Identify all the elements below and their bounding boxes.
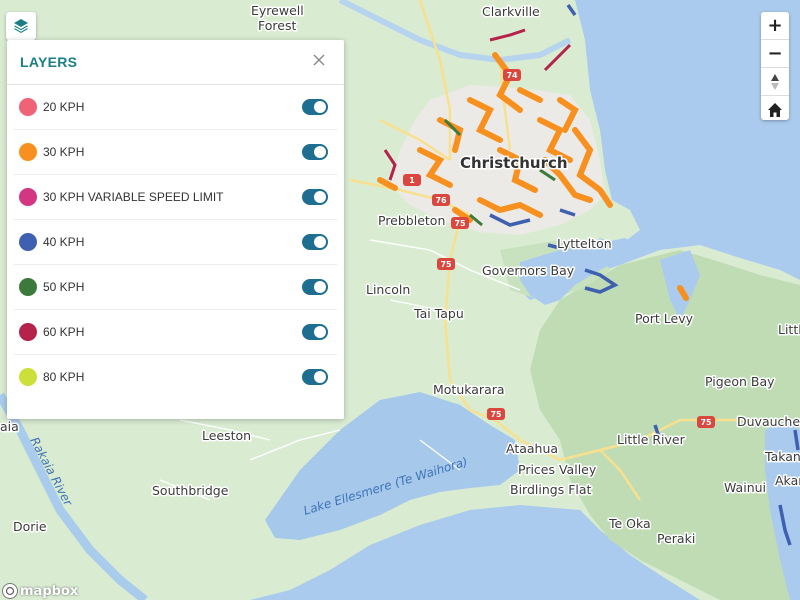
svg-text:75: 75 — [454, 219, 466, 228]
zoom-in-button[interactable]: + — [761, 12, 789, 40]
label-clarkville: Clarkville — [482, 4, 540, 19]
layer-toggle-60kph[interactable] — [302, 324, 328, 340]
layer-toggle-30kph[interactable] — [302, 144, 328, 160]
layer-row-30kph: 30 KPH — [14, 130, 337, 175]
label-eyrewell: Eyrewell — [251, 3, 304, 18]
layer-label: 40 KPH — [43, 235, 85, 249]
layer-label: 20 KPH — [43, 100, 85, 114]
svg-text:75: 75 — [440, 260, 452, 269]
layers-toggle-button[interactable] — [6, 12, 36, 40]
label-littl: Littl — [778, 322, 800, 337]
label-birdlings-flat: Birdlings Flat — [510, 482, 592, 497]
label-pigeon-bay: Pigeon Bay — [705, 374, 775, 389]
home-button[interactable] — [761, 96, 789, 123]
map-navigation-control: + − — [761, 12, 789, 120]
layer-row-50kph: 50 KPH — [14, 265, 337, 310]
layers-panel: LAYERS 20 KPH 30 KPH 30 KPH VARIABLE SPE… — [7, 40, 344, 419]
layer-toggle-30kph-variable[interactable] — [302, 189, 328, 205]
layer-toggle-50kph[interactable] — [302, 279, 328, 295]
label-christchurch: Christchurch — [460, 154, 568, 172]
svg-text:74: 74 — [506, 71, 518, 80]
label-dorie: Dorie — [13, 519, 47, 534]
label-little-river: Little River — [617, 432, 686, 447]
layer-toggle-20kph[interactable] — [302, 99, 328, 115]
label-motukarara: Motukarara — [433, 382, 505, 397]
layer-row-60kph: 60 KPH — [14, 310, 337, 355]
label-akar: Akar — [775, 473, 800, 488]
svg-text:76: 76 — [435, 196, 447, 205]
label-prebbleton: Prebbleton — [378, 213, 445, 228]
legend-color-dot — [19, 188, 37, 206]
legend-color-dot — [19, 368, 37, 386]
label-ataahua: Ataahua — [506, 441, 558, 456]
legend-color-dot — [19, 98, 37, 116]
svg-text:75: 75 — [490, 410, 502, 419]
label-leeston: Leeston — [202, 428, 251, 443]
svg-text:75: 75 — [700, 418, 712, 427]
label-port-levy: Port Levy — [635, 311, 694, 326]
label-tai-tapu: Tai Tapu — [413, 306, 464, 321]
label-southbridge: Southbridge — [152, 483, 229, 498]
legend-color-dot — [19, 143, 37, 161]
label-lincoln: Lincoln — [366, 282, 410, 297]
svg-text:1: 1 — [409, 176, 415, 185]
label-raia: aia — [0, 419, 19, 434]
legend-color-dot — [19, 323, 37, 341]
label-lyttelton: Lyttelton — [557, 236, 612, 251]
label-prices-valley: Prices Valley — [518, 462, 597, 477]
layer-label: 50 KPH — [43, 280, 85, 294]
label-peraki: Peraki — [657, 531, 695, 546]
legend-color-dot — [19, 278, 37, 296]
layer-label: 30 KPH — [43, 145, 85, 159]
layer-row-20kph: 20 KPH — [14, 85, 337, 130]
mapbox-logo-icon — [2, 583, 18, 599]
label-takan: Takan — [764, 449, 800, 464]
mapbox-logo-text: mapbox — [20, 583, 79, 599]
label-te-oka: Te Oka — [608, 516, 651, 531]
label-governors-bay: Governors Bay — [482, 263, 575, 278]
label-wainui: Wainui — [724, 480, 766, 495]
layer-list: 20 KPH 30 KPH 30 KPH VARIABLE SPEED LIMI… — [7, 85, 344, 399]
compass-icon — [771, 73, 779, 90]
close-button[interactable] — [308, 49, 330, 71]
layer-toggle-80kph[interactable] — [302, 369, 328, 385]
layer-label: 60 KPH — [43, 325, 85, 339]
layer-label: 80 KPH — [43, 370, 85, 384]
layer-toggle-40kph[interactable] — [302, 234, 328, 250]
layer-row-40kph: 40 KPH — [14, 220, 337, 265]
layers-panel-header: LAYERS — [7, 40, 344, 85]
home-icon — [768, 102, 782, 117]
layer-row-30kph-variable: 30 KPH VARIABLE SPEED LIMIT — [14, 175, 337, 220]
layers-panel-title: LAYERS — [20, 54, 78, 70]
legend-color-dot — [19, 233, 37, 251]
label-duvauchelle: Duvauche — [737, 414, 800, 429]
layers-icon — [14, 19, 28, 33]
compass-button[interactable] — [761, 68, 789, 96]
label-forest: Forest — [258, 18, 296, 33]
mapbox-logo[interactable]: mapbox — [2, 583, 78, 599]
zoom-out-button[interactable]: − — [761, 40, 789, 68]
close-icon — [313, 54, 325, 66]
layer-row-80kph: 80 KPH — [14, 355, 337, 399]
layer-label: 30 KPH VARIABLE SPEED LIMIT — [43, 190, 224, 204]
